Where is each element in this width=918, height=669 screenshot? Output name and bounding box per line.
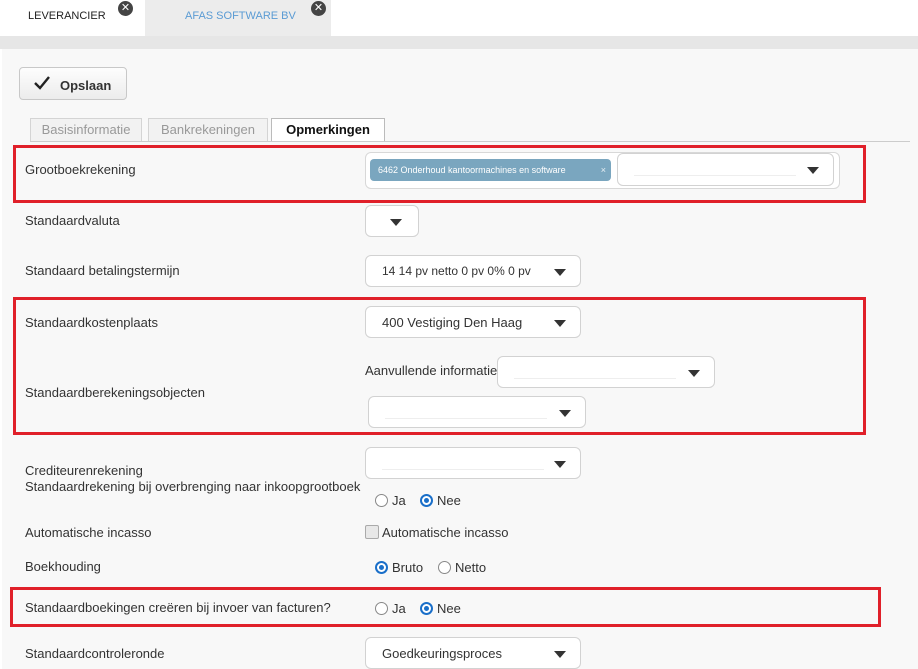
boekhouding-bruto-label: Bruto [392, 560, 424, 575]
save-button[interactable]: Opslaan [19, 67, 127, 100]
tab-bankrekeningen[interactable]: Bankrekeningen [148, 118, 268, 141]
tab-afas-label: AFAS SOFTWARE BV [185, 10, 296, 22]
check-icon [34, 76, 50, 90]
crediteurenrekening-label: Crediteurenrekening [25, 463, 143, 478]
overbrenging-ja-label: Ja [392, 493, 406, 508]
boekhouding-label: Boekhouding [25, 559, 101, 574]
top-tab-bar: LEVERANCIER ✕ AFAS SOFTWARE BV ✕ [0, 0, 918, 36]
betalingstermijn-label: Standaard betalingstermijn [25, 263, 180, 278]
highlight-box [13, 145, 866, 203]
boekhouding-bruto-radio[interactable] [375, 561, 388, 574]
standaardvaluta-dropdown[interactable] [365, 205, 419, 237]
close-icon[interactable]: ✕ [311, 1, 326, 16]
chevron-down-icon [554, 461, 566, 468]
overbrenging-ja-radio[interactable] [375, 494, 388, 507]
tab-basisinformatie[interactable]: Basisinformatie [30, 118, 142, 141]
highlight-box [10, 587, 881, 627]
tab-underline [30, 141, 910, 142]
chevron-down-icon [554, 651, 566, 658]
overbrenging-nee-label: Nee [437, 493, 461, 508]
tab-opmerkingen[interactable]: Opmerkingen [271, 118, 385, 142]
controleronde-value: Goedkeuringsproces [382, 646, 502, 661]
tab-leverancier[interactable]: LEVERANCIER ✕ [0, 0, 138, 36]
overbrenging-nee-radio[interactable] [420, 494, 433, 507]
chevron-down-icon [554, 269, 566, 276]
close-icon[interactable]: ✕ [118, 1, 133, 16]
tab-divider-bar [0, 36, 918, 49]
incasso-checkbox-label: Automatische incasso [382, 525, 509, 540]
empty-value [382, 458, 544, 470]
betalingstermijn-value: 14 14 pv netto 0 pv 0% 0 pv [382, 264, 531, 278]
incasso-checkbox[interactable] [365, 525, 379, 539]
controleronde-dropdown[interactable]: Goedkeuringsproces [365, 637, 581, 669]
chevron-down-icon [390, 219, 402, 226]
boekhouding-netto-label: Netto [455, 560, 487, 575]
boekhouding-netto-radio[interactable] [438, 561, 451, 574]
highlight-box [13, 297, 866, 435]
standaardvaluta-label: Standaardvaluta [25, 213, 120, 228]
controleronde-label: Standaardcontroleronde [25, 646, 165, 661]
overbrenging-label: Standaardrekening bij overbrenging naar … [25, 479, 361, 494]
tab-leverancier-label: LEVERANCIER [28, 10, 106, 22]
save-button-label: Opslaan [60, 78, 112, 93]
incasso-label: Automatische incasso [25, 525, 152, 540]
tab-afas-software-bv[interactable]: AFAS SOFTWARE BV ✕ [145, 0, 331, 36]
betalingstermijn-dropdown[interactable]: 14 14 pv netto 0 pv 0% 0 pv [365, 255, 581, 287]
crediteurenrekening-dropdown[interactable] [365, 447, 581, 479]
